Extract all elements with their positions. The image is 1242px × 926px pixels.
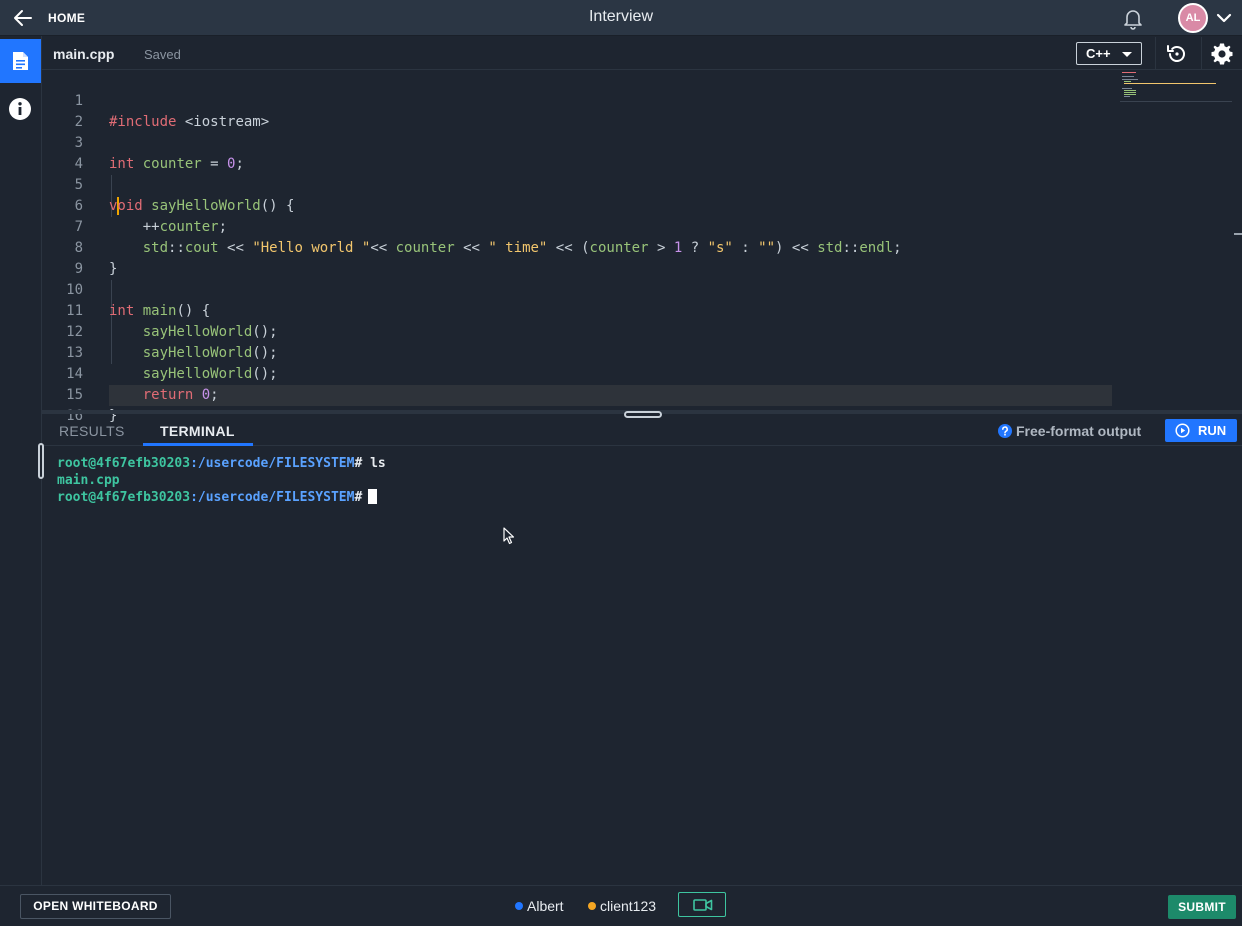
code-line: 15 }: [42, 364, 1112, 424]
sidebar-item-files[interactable]: [0, 39, 41, 83]
question-icon[interactable]: [998, 424, 1012, 438]
code-line: 2: [42, 91, 1112, 130]
run-button[interactable]: RUN: [1165, 419, 1237, 442]
prompt-suffix: #: [354, 490, 363, 505]
code-line: 4: [42, 133, 1112, 172]
file-icon: [13, 52, 28, 70]
terminal-line: root@4f67efb30203:/usercode/FILESYSTEM#: [57, 489, 378, 506]
save-status: Saved: [144, 47, 181, 62]
tab-label: TERMINAL: [160, 423, 235, 439]
video-camera-icon: [693, 899, 713, 911]
prompt-path: :/usercode/FILESYSTEM: [190, 490, 355, 505]
participant-client123: client123: [588, 898, 656, 914]
code-line: 14 return 0;: [42, 343, 1112, 403]
language-select[interactable]: C++: [1076, 42, 1142, 65]
top-bar: HOME Interview AL: [0, 0, 1242, 36]
language-label: C++: [1086, 46, 1111, 61]
divider: [1155, 37, 1156, 70]
chevron-down-icon[interactable]: [1215, 10, 1233, 26]
code-line: 7 std::cout << "Hello world "<< counter …: [42, 196, 1112, 256]
prompt-suffix: #: [354, 456, 363, 471]
terminal-line: main.cpp: [57, 472, 120, 489]
footer: OPEN WHITEBOARD Albert client123 SUBMIT: [0, 885, 1242, 926]
page-title: Interview: [588, 8, 654, 25]
history-icon[interactable]: [1165, 42, 1189, 66]
presence-dot: [588, 902, 596, 910]
sidebar: [0, 36, 42, 886]
code-line: 1 #include <iostream>: [42, 70, 1112, 130]
minimap-line: [1124, 94, 1136, 95]
minimap-line: [1124, 83, 1216, 84]
minimap-line: [1122, 76, 1134, 77]
play-circle-icon: [1175, 423, 1190, 438]
minimap-line: [1122, 72, 1136, 73]
terminal-command: ls: [370, 456, 386, 471]
submit-button[interactable]: SUBMIT: [1168, 895, 1236, 919]
code-line: 10 int main() {: [42, 259, 1112, 319]
video-button[interactable]: [678, 892, 726, 917]
prompt-user: root@4f67efb30203: [57, 456, 191, 471]
code-line: 6 ++counter;: [42, 175, 1112, 235]
minimap[interactable]: [1120, 70, 1232, 102]
mouse-pointer-icon: [503, 527, 515, 545]
tab-terminal[interactable]: TERMINAL: [143, 414, 253, 446]
prompt-user: root@4f67efb30203: [57, 490, 191, 505]
code-line: 5 void sayHelloWorld() {: [42, 154, 1112, 214]
bell-icon[interactable]: [1121, 6, 1145, 30]
code-line: 11 sayHelloWorld();: [42, 280, 1112, 340]
participant-name: Albert: [527, 898, 564, 914]
prompt-path: :/usercode/FILESYSTEM: [190, 456, 355, 471]
divider: [1201, 37, 1202, 70]
code-editor[interactable]: 1 #include <iostream> 2 3 int counter = …: [42, 70, 1242, 424]
participant-name: client123: [600, 898, 657, 914]
minimap-line: [1122, 88, 1132, 89]
output-mode-label[interactable]: Free-format output: [1016, 423, 1141, 439]
sidebar-item-info[interactable]: [8, 97, 32, 121]
minimap-line: [1122, 79, 1138, 80]
minimap-line: [1124, 81, 1131, 82]
code-line: 12 sayHelloWorld();: [42, 301, 1112, 361]
file-tab[interactable]: main.cpp: [53, 46, 114, 62]
avatar[interactable]: AL: [1178, 3, 1208, 33]
code-line: 13 sayHelloWorld();: [42, 322, 1112, 382]
minimap-line: [1124, 92, 1136, 93]
minimap-line: [1124, 96, 1130, 97]
open-whiteboard-button[interactable]: OPEN WHITEBOARD: [20, 894, 171, 919]
terminal-output: main.cpp: [57, 473, 120, 488]
console-tabbar: RESULTS TERMINAL Free-format output RUN: [42, 414, 1242, 446]
code-line: 9: [42, 238, 1112, 277]
scrollbar-marker[interactable]: [1234, 233, 1242, 235]
participant-albert: Albert: [515, 898, 564, 914]
editor-header: main.cpp Saved C++: [42, 37, 1242, 70]
tab-results[interactable]: RESULTS: [59, 423, 125, 439]
info-icon: [9, 98, 31, 120]
run-label: RUN: [1198, 423, 1227, 438]
code-line: 3 int counter = 0;: [42, 112, 1112, 172]
minimap-line: [1124, 90, 1136, 91]
gear-icon[interactable]: [1210, 42, 1234, 66]
code-line: 16: [42, 385, 1112, 424]
code-line: 8 }: [42, 217, 1112, 277]
presence-dot: [515, 902, 523, 910]
caret-down-icon: [1122, 52, 1132, 57]
terminal[interactable]: root@4f67efb30203:/usercode/FILESYSTEM# …: [42, 447, 1242, 885]
terminal-cursor: [368, 489, 378, 504]
terminal-line: root@4f67efb30203:/usercode/FILESYSTEM# …: [57, 455, 386, 472]
